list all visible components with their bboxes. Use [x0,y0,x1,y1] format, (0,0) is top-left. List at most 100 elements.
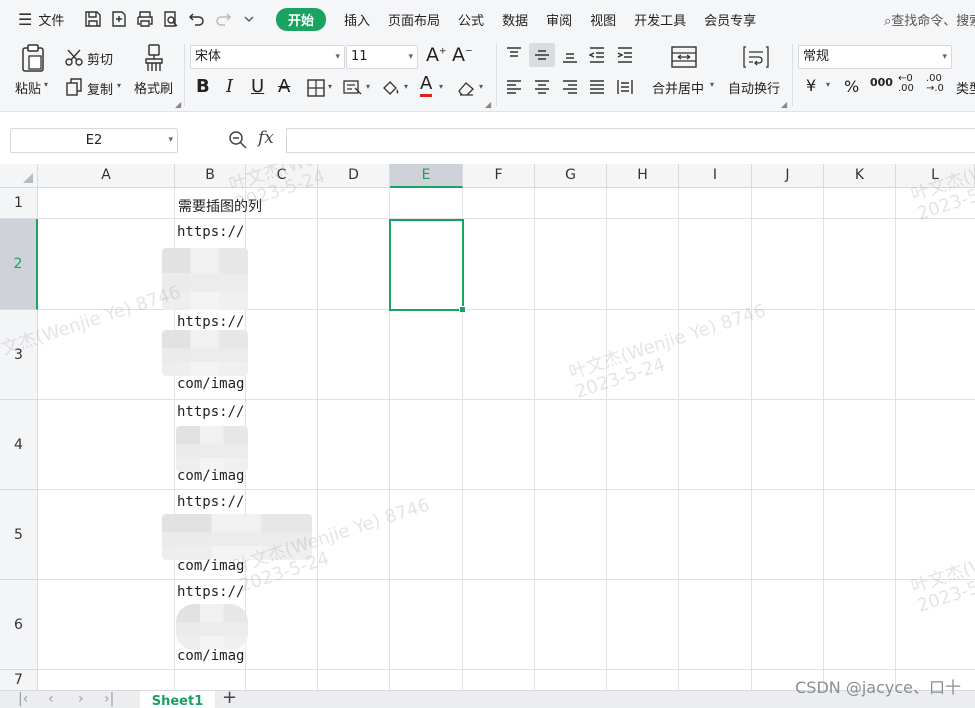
tab-formulas[interactable]: 公式 [458,10,502,29]
format-painter-icon[interactable] [141,42,167,74]
distributed-align-icon[interactable] [614,76,636,98]
underline-icon[interactable]: U [251,76,264,97]
increase-decimal-icon[interactable]: ←0.00 [898,74,914,94]
copy-dropdown-icon[interactable]: ▾ [117,81,121,90]
row-header-2[interactable]: 2 [0,219,38,310]
font-launcher-icon[interactable]: ◢ [485,100,491,109]
row-header-6[interactable]: 6 [0,580,38,670]
tab-member[interactable]: 会员专享 [704,10,774,29]
cell-b3-line2[interactable]: com/imag [177,376,244,392]
column-header-h[interactable]: H [607,164,679,188]
decrease-font-icon[interactable]: A− [452,44,473,66]
cell-b6-line1[interactable]: https:// [177,584,244,600]
strikethrough-icon[interactable]: A [278,76,290,97]
paste-button[interactable]: 粘贴 [15,78,41,97]
column-header-b[interactable]: B [175,164,246,188]
tab-page-layout[interactable]: 页面布局 [388,10,458,29]
row-header-3[interactable]: 3 [0,310,38,400]
name-box[interactable]: E2 ▾ [10,128,178,153]
fill-color-dropdown-icon[interactable]: ▾ [404,82,408,91]
save-icon[interactable] [81,7,105,31]
number-format-select[interactable]: 常规 ▾ [798,45,952,69]
align-middle-icon[interactable] [529,43,555,67]
format-painter-button[interactable]: 格式刷 [134,78,173,97]
align-left-icon[interactable] [503,76,525,98]
paste-dropdown-icon[interactable]: ▾ [44,80,48,89]
alignment-launcher-icon[interactable]: ◢ [781,100,787,109]
wrap-text-icon[interactable] [741,44,771,70]
fill-color-icon[interactable] [380,78,402,98]
type-convert-button[interactable]: 类型 [956,78,975,97]
eraser-icon[interactable] [455,78,477,98]
auto-wrap-button[interactable]: 自动换行 [728,78,780,97]
active-cell-e2[interactable] [389,219,466,313]
export-pdf-icon[interactable] [107,7,131,31]
font-name-select[interactable]: 宋体 ▾ [190,45,345,69]
thousands-separator-icon[interactable]: 000 [870,76,893,89]
zoom-search-icon[interactable] [228,130,248,150]
scissors-icon[interactable] [63,46,85,68]
increase-indent-icon[interactable] [614,44,636,66]
select-all-corner[interactable] [0,164,38,188]
align-top-icon[interactable] [503,44,525,66]
print-preview-icon[interactable] [159,7,183,31]
cell-b5-line1[interactable]: https:// [177,494,244,510]
italic-icon[interactable]: I [226,76,233,97]
font-color-dropdown-icon[interactable]: ▾ [439,82,443,91]
cell-style-icon[interactable] [342,78,364,98]
cell-b2-line1[interactable]: https:// [177,224,244,240]
first-sheet-icon[interactable]: |‹ [18,691,28,707]
print-icon[interactable] [133,7,157,31]
customize-toolbar-icon[interactable] [237,7,261,31]
align-bottom-icon[interactable] [559,44,581,66]
merge-center-button[interactable]: 合并居中 [652,78,704,97]
last-sheet-icon[interactable]: ›| [104,691,114,707]
borders-dropdown-icon[interactable]: ▾ [328,82,332,91]
borders-icon[interactable] [305,78,327,98]
column-header-a[interactable]: A [38,164,175,188]
align-center-icon[interactable] [531,76,553,98]
row-header-5[interactable]: 5 [0,490,38,580]
tab-insert[interactable]: 插入 [344,10,388,29]
column-header-k[interactable]: K [824,164,896,188]
justify-icon[interactable] [586,76,608,98]
column-header-g[interactable]: G [535,164,607,188]
paste-icon[interactable] [18,42,48,74]
column-header-i[interactable]: I [679,164,752,188]
undo-icon[interactable] [185,7,209,31]
currency-icon[interactable]: ¥ [806,76,816,95]
increase-font-icon[interactable]: A+ [426,44,447,66]
redo-icon[interactable] [211,7,235,31]
eraser-dropdown-icon[interactable]: ▾ [479,82,483,91]
font-size-select[interactable]: 11 ▾ [346,45,418,69]
sheet-tab-sheet1[interactable]: Sheet1 [140,691,215,708]
decrease-decimal-icon[interactable]: .00 →.0 [926,74,944,94]
tab-review[interactable]: 审阅 [546,10,590,29]
cell-b4-line1[interactable]: https:// [177,404,244,420]
column-header-d[interactable]: D [318,164,390,188]
merge-dropdown-icon[interactable]: ▾ [710,80,714,89]
cell-b1[interactable]: 需要插图的列 [178,196,262,216]
prev-sheet-icon[interactable]: ‹ [48,691,54,707]
align-right-icon[interactable] [559,76,581,98]
column-header-f[interactable]: F [463,164,535,188]
decrease-indent-icon[interactable] [586,44,608,66]
column-header-e[interactable]: E [390,164,463,188]
bold-icon[interactable]: B [196,76,210,97]
tab-view[interactable]: 视图 [590,10,634,29]
cell-style-dropdown-icon[interactable]: ▾ [366,82,370,91]
column-header-c[interactable]: C [246,164,318,188]
file-menu[interactable]: ☰ 文件 [0,0,80,38]
copy-icon[interactable] [63,76,85,98]
tab-developer[interactable]: 开发工具 [634,10,704,29]
copy-button[interactable]: 复制 [87,79,113,98]
add-sheet-icon[interactable]: + [222,691,237,708]
row-header-7[interactable]: 7 [0,670,38,690]
font-color-icon[interactable]: A [420,74,433,97]
tab-home[interactable]: 开始 [276,7,327,31]
percent-icon[interactable]: % [844,77,859,96]
currency-dropdown-icon[interactable]: ▾ [826,80,830,89]
column-header-l[interactable]: L [896,164,975,188]
column-header-j[interactable]: J [752,164,824,188]
row-header-4[interactable]: 4 [0,400,38,490]
